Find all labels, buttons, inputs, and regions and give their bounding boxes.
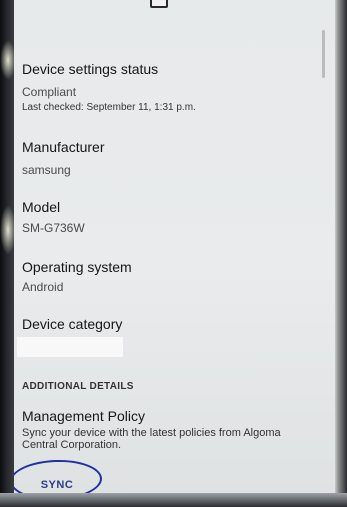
model-title: Model: [22, 199, 61, 215]
device-details-screen: Device settings status Compliant Last ch…: [14, 0, 335, 493]
operating-system-title: Operating system: [22, 259, 132, 275]
phone-bezel-right: [335, 0, 347, 507]
model-value: SM-G736W: [22, 221, 85, 235]
last-checked-text: Last checked: September 11, 1:31 p.m.: [22, 102, 196, 113]
manufacturer-value: samsung: [22, 163, 71, 177]
additional-details-header: ADDITIONAL DETAILS: [22, 381, 134, 392]
redacted-device-category-value: [17, 337, 123, 357]
app-icon: [150, 0, 168, 8]
device-settings-status-value: Compliant: [22, 85, 77, 99]
phone-bezel-bottom: [0, 493, 347, 507]
device-category-title: Device category: [22, 316, 123, 332]
operating-system-value: Android: [22, 280, 64, 294]
management-policy-title: Management Policy: [22, 408, 145, 424]
scrollbar-thumb[interactable]: [322, 30, 325, 78]
device-settings-status-title: Device settings status: [22, 61, 159, 77]
sync-button[interactable]: SYNC: [24, 471, 90, 493]
management-policy-description: Sync your device with the latest policie…: [22, 427, 281, 451]
manufacturer-title: Manufacturer: [22, 139, 105, 155]
